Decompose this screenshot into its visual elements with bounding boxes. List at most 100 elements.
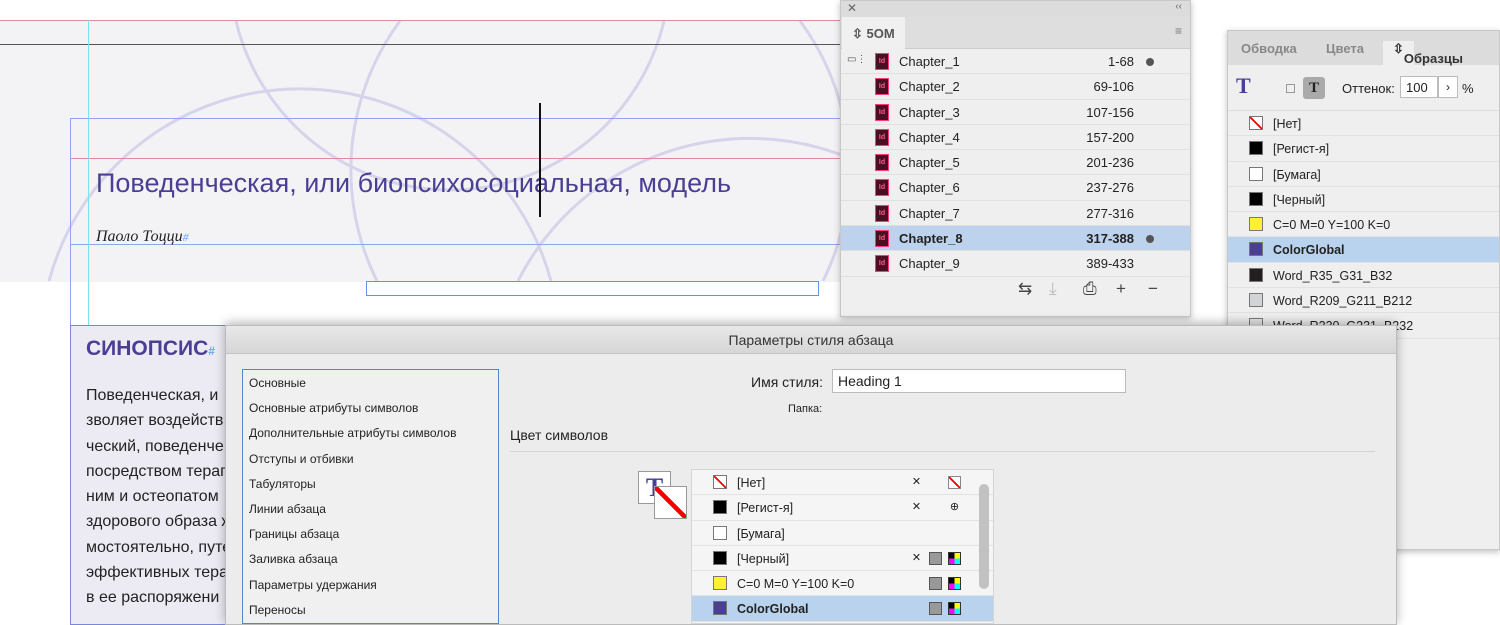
swatch-row[interactable]: [Черный] [1228, 187, 1499, 213]
cmyk-mode-icon [948, 602, 961, 616]
category-item[interactable]: Заливка абзаца [243, 546, 498, 571]
swatch-name: ColorGlobal [737, 602, 809, 617]
body-line: Поведенческая, и [86, 387, 219, 404]
add-document-icon[interactable]: + [1116, 279, 1126, 299]
panel-menu-icon[interactable]: ≡ [1175, 24, 1182, 38]
chapter-row[interactable]: Id Chapter_7 277-316 [841, 201, 1190, 227]
category-item[interactable]: Основные атрибуты символов [243, 395, 498, 420]
status-dot-icon [1146, 58, 1154, 66]
style-name-input[interactable]: Heading 1 [832, 369, 1126, 393]
fill-stroke-icon[interactable]: T [1236, 73, 1251, 99]
chapter-row[interactable]: Id Chapter_5 201-236 [841, 150, 1190, 176]
category-item[interactable]: Переносы [243, 597, 498, 622]
swatch-row[interactable]: ColorGlobal [1228, 237, 1499, 263]
swatch-row[interactable]: [Регист-я] ✕ ⊕ [692, 495, 993, 521]
category-item[interactable]: Отступы и отбивки [243, 446, 498, 471]
tab-label: Образцы [1403, 51, 1463, 66]
category-item[interactable]: Параметры удержания [243, 572, 498, 597]
chapter-row[interactable]: Id Chapter_6 237-276 [841, 175, 1190, 201]
chapter-name: Chapter_2 [899, 79, 960, 95]
document-author[interactable]: Паоло Тоцци# [96, 228, 189, 246]
chapter-pages: 201-236 [1086, 155, 1134, 171]
swatch-chip-icon [1249, 116, 1263, 130]
swatch-name: [Нет] [1273, 117, 1302, 131]
swatch-row[interactable]: Word_R209_G211_B212 [1228, 288, 1499, 314]
category-item[interactable]: Линии абзаца [243, 496, 498, 521]
swatch-row[interactable]: ColorGlobal [692, 596, 993, 622]
swatch-chip-icon [1249, 242, 1263, 257]
swatch-row[interactable]: [Нет] ✕ [692, 470, 993, 496]
tab-book[interactable]: ⇳ 5OM [842, 17, 905, 49]
remove-document-icon[interactable]: − [1148, 279, 1158, 299]
cmyk-mode-icon [948, 551, 961, 565]
swatch-row[interactable]: [Бумага] [692, 521, 993, 546]
percent-label: % [1462, 81, 1474, 96]
swatch-row[interactable]: Word_R35_G31_B32 [1228, 263, 1499, 289]
chapter-pages: 69-106 [1093, 79, 1134, 95]
swatch-chip-icon [713, 576, 727, 591]
process-color-icon [929, 602, 942, 616]
swatch-row[interactable]: [Черный] ✕ [692, 546, 993, 572]
swatch-row[interactable]: C=0 M=0 Y=100 K=0 [1228, 212, 1499, 238]
synopsis-heading[interactable]: СИНОПСИС# [86, 337, 215, 361]
chapter-pages: 237-276 [1086, 180, 1134, 196]
paragraph-style-dialog: Параметры стиля абзаца Основные Основные … [225, 325, 1397, 625]
category-item[interactable]: Дополнительные атрибуты символов [243, 420, 498, 445]
chapter-row[interactable]: Id Chapter_4 157-200 [841, 125, 1190, 151]
scrollbar[interactable] [979, 484, 989, 589]
chapter-row[interactable]: Id Chapter_3 107-156 [841, 100, 1190, 125]
book-panel: ✕ ‹‹ ⇳ 5OM ≡ ▭⋮ Id Chapter_1 1-68 Id Chapter_2 6… [840, 0, 1191, 317]
swatch-row[interactable]: [Нет] [1228, 111, 1499, 137]
tint-arrow-button[interactable]: › [1438, 76, 1458, 98]
container-toggle[interactable] [1286, 84, 1295, 93]
body-line: здорового образа ж [86, 513, 233, 531]
document-title[interactable]: Поведенческая, или биопсихосоциальная, м… [96, 168, 731, 199]
tint-input[interactable]: 100 [1400, 76, 1438, 98]
close-icon[interactable]: ✕ [847, 1, 857, 15]
stroke-none-icon[interactable] [654, 486, 687, 519]
swatch-name: ColorGlobal [1273, 243, 1345, 258]
swatch-chip-icon [1249, 166, 1263, 181]
no-edit-icon: ✕ [911, 476, 922, 488]
category-list[interactable]: Основные Основные атрибуты символов Дополн… [242, 369, 499, 624]
tab-label: 5OM [866, 26, 895, 41]
swatch-name: Word_R35_G31_B32 [1273, 268, 1393, 283]
indesign-document-icon: Id [875, 128, 889, 146]
save-book-icon[interactable]: ⤓ [1049, 279, 1057, 299]
tab-swatches[interactable]: ⇳ Образцы [1383, 41, 1463, 66]
none-color-icon [948, 476, 961, 489]
chapter-row[interactable]: Id Chapter_2 69-106 [841, 74, 1190, 100]
print-icon[interactable]: ⎙ [1083, 279, 1097, 299]
swatch-chip-icon [1249, 141, 1263, 156]
chapter-name: Chapter_7 [899, 205, 960, 221]
indesign-document-icon: Id [875, 204, 889, 222]
body-line: эффективных терап [86, 564, 236, 582]
chapter-name: Chapter_6 [899, 180, 960, 196]
swatch-name: [Черный] [737, 551, 790, 566]
swatch-chip-icon [1249, 267, 1263, 282]
color-swatch-list[interactable]: [Нет] ✕ [Регист-я] ✕ ⊕ [Бумага] [Черный] ✕ C=0 M… [691, 469, 994, 624]
registration-icon: ⊕ [949, 501, 960, 514]
category-item[interactable]: Основные [243, 370, 498, 395]
swatch-row[interactable]: [Бумага] [1228, 162, 1499, 187]
sync-icon[interactable]: ⇆ [1018, 279, 1032, 299]
swatch-row[interactable]: [Регист-я] [1228, 136, 1499, 162]
collapse-icon[interactable]: ‹‹ [1175, 1, 1182, 12]
tab-colors[interactable]: Цвета [1326, 41, 1364, 56]
no-edit-icon: ✕ [911, 551, 922, 564]
category-item[interactable]: Табуляторы [243, 471, 498, 496]
chapter-row[interactable]: Id Chapter_8 317-388 [841, 226, 1190, 252]
tint-label: Оттенок: [1342, 81, 1395, 96]
chapter-name: Chapter_1 [899, 54, 960, 69]
tab-stroke[interactable]: Обводка [1241, 41, 1297, 56]
author-text: Паоло Тоцци [96, 228, 183, 245]
chapter-pages: 277-316 [1086, 205, 1134, 221]
swatch-row[interactable]: C=0 M=0 Y=100 K=0 [692, 571, 993, 597]
folder-label: Папка: [788, 403, 823, 415]
indesign-document-icon: Id [875, 78, 889, 96]
body-text[interactable]: Поведенческая, и зволяет воздейств чески… [86, 383, 236, 611]
chapter-name: Chapter_5 [899, 155, 960, 171]
chapter-row[interactable]: ▭⋮ Id Chapter_1 1-68 [841, 49, 1190, 75]
text-toggle[interactable]: T [1303, 77, 1325, 99]
category-item[interactable]: Границы абзаца [243, 521, 498, 546]
